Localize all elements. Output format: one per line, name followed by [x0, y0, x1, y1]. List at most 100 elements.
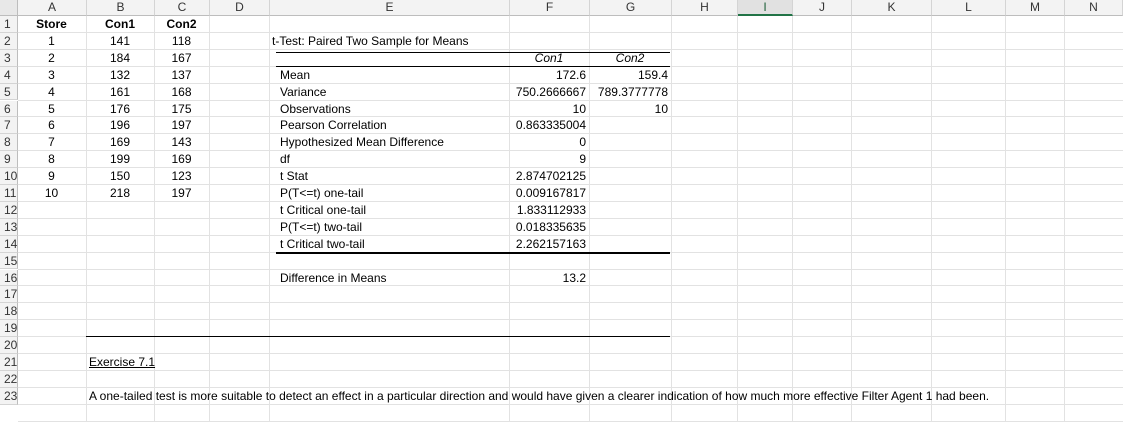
ttest-value-con2[interactable]: 159.4	[592, 67, 668, 83]
ttest-label[interactable]: Variance	[280, 84, 514, 100]
column-header-a[interactable]: A	[18, 0, 87, 16]
data-cell[interactable]: 10	[20, 185, 83, 201]
row-header-22[interactable]: 22	[0, 370, 18, 388]
ttest-label[interactable]: P(T<=t) one-tail	[280, 185, 514, 201]
column-header-j[interactable]: J	[793, 0, 852, 16]
data-cell[interactable]: 168	[157, 84, 206, 100]
ttest-value-con2[interactable]: 10	[592, 101, 668, 117]
data-cell[interactable]: 218	[89, 185, 151, 201]
ttest-value-con1[interactable]: 9	[512, 151, 586, 167]
column-header-k[interactable]: K	[852, 0, 932, 16]
row-header-14[interactable]: 14	[0, 235, 18, 253]
row-header-11[interactable]: 11	[0, 185, 18, 202]
row-header-2[interactable]: 2	[0, 32, 18, 50]
data-cell[interactable]: 184	[89, 50, 151, 66]
row-header-1[interactable]: 1	[0, 16, 18, 33]
ttest-title[interactable]: t-Test: Paired Two Sample for Means	[272, 33, 572, 49]
column-header-f[interactable]: F	[510, 0, 590, 16]
row-header-18[interactable]: 18	[0, 303, 18, 321]
ttest-value-con1[interactable]: 172.6	[512, 67, 586, 83]
row-header-15[interactable]: 15	[0, 252, 18, 270]
row-header-4[interactable]: 4	[0, 66, 18, 84]
ttest-value-con2[interactable]	[592, 151, 668, 167]
column-header-n[interactable]: N	[1065, 0, 1123, 16]
row-header-9[interactable]: 9	[0, 151, 18, 169]
ttest-value-con1[interactable]: 2.262157163	[512, 236, 586, 252]
ttest-label[interactable]: P(T<=t) two-tail	[280, 219, 514, 235]
ttest-label[interactable]: Hypothesized Mean Difference	[280, 134, 514, 150]
ttest-value-con2[interactable]	[592, 202, 668, 218]
ttest-value-con2[interactable]	[592, 219, 668, 235]
data-cell[interactable]: 169	[157, 151, 206, 167]
column-header-c[interactable]: C	[155, 0, 210, 16]
ttest-value-con2[interactable]	[592, 134, 668, 150]
ttest-label[interactable]: df	[280, 151, 514, 167]
data-cell[interactable]: 167	[157, 50, 206, 66]
row-header-3[interactable]: 3	[0, 49, 18, 67]
ttest-label[interactable]: Observations	[280, 101, 514, 117]
row-header-7[interactable]: 7	[0, 117, 18, 135]
data-cell[interactable]: 8	[20, 151, 83, 167]
data-cell[interactable]: 175	[157, 101, 206, 117]
data-cell[interactable]: 5	[20, 101, 83, 117]
ttest-value-con1[interactable]: 0.863335004	[512, 117, 586, 133]
data-cell[interactable]: 150	[89, 168, 151, 184]
exercise-text[interactable]: A one-tailed test is more suitable to de…	[89, 388, 1119, 404]
ttest-label[interactable]: t Critical two-tail	[280, 236, 514, 252]
data-cell[interactable]: 199	[89, 151, 151, 167]
column-header-g[interactable]: G	[590, 0, 672, 16]
data-cell[interactable]: 143	[157, 134, 206, 150]
select-all-corner[interactable]	[0, 0, 18, 16]
data-cell[interactable]: 132	[89, 67, 151, 83]
ttest-value-con1[interactable]: 10	[512, 101, 586, 117]
ttest-label[interactable]: t Critical one-tail	[280, 202, 514, 218]
column-header-b[interactable]: B	[87, 0, 155, 16]
ttest-value-con2[interactable]: 789.3777778	[592, 84, 668, 100]
data-cell[interactable]: 123	[157, 168, 206, 184]
ttest-label[interactable]: Pearson Correlation	[280, 117, 514, 133]
data-cell[interactable]: 3	[20, 67, 83, 83]
data-cell[interactable]: 197	[157, 117, 206, 133]
data-cell[interactable]: 169	[89, 134, 151, 150]
row-header-5[interactable]: 5	[0, 83, 18, 101]
ttest-value-con1[interactable]: 1.833112933	[512, 202, 586, 218]
difference-value[interactable]: 13.2	[512, 270, 586, 286]
column-header-h[interactable]: H	[672, 0, 738, 16]
row-header-21[interactable]: 21	[0, 354, 18, 371]
row-header-10[interactable]: 10	[0, 168, 18, 185]
table-header-store[interactable]: Store	[20, 16, 83, 32]
data-cell[interactable]: 118	[157, 33, 206, 49]
row-header-16[interactable]: 16	[0, 269, 18, 287]
column-header-i[interactable]: I	[738, 0, 793, 16]
data-cell[interactable]: 1	[20, 33, 83, 49]
ttest-value-con1[interactable]: 0.009167817	[512, 185, 586, 201]
ttest-value-con1[interactable]: 0.018335635	[512, 219, 586, 235]
row-header-12[interactable]: 12	[0, 201, 18, 219]
ttest-value-con1[interactable]: 0	[512, 134, 586, 150]
data-cell[interactable]: 9	[20, 168, 83, 184]
ttest-label[interactable]: t Stat	[280, 168, 514, 184]
data-cell[interactable]: 196	[89, 117, 151, 133]
data-cell[interactable]: 6	[20, 117, 83, 133]
ttest-value-con2[interactable]	[592, 185, 668, 201]
column-header-e[interactable]: E	[270, 0, 510, 16]
exercise-title[interactable]: Exercise 7.1	[89, 354, 209, 370]
ttest-column-con1[interactable]: Con1	[512, 50, 586, 66]
data-cell[interactable]: 161	[89, 84, 151, 100]
row-header-8[interactable]: 8	[0, 134, 18, 152]
row-header-23[interactable]: 23	[0, 387, 18, 405]
data-cell[interactable]: 197	[157, 185, 206, 201]
ttest-value-con2[interactable]	[592, 168, 668, 184]
row-header-13[interactable]: 13	[0, 218, 18, 236]
row-header-19[interactable]: 19	[0, 320, 18, 338]
data-cell[interactable]: 7	[20, 134, 83, 150]
data-cell[interactable]: 4	[20, 84, 83, 100]
data-cell[interactable]: 141	[89, 33, 151, 49]
table-header-con1[interactable]: Con1	[89, 16, 151, 32]
row-header-17[interactable]: 17	[0, 286, 18, 304]
row-header-20[interactable]: 20	[0, 337, 18, 354]
ttest-label[interactable]: Mean	[280, 67, 514, 83]
data-cell[interactable]: 176	[89, 101, 151, 117]
data-cell[interactable]: 2	[20, 50, 83, 66]
ttest-value-con1[interactable]: 750.2666667	[512, 84, 586, 100]
